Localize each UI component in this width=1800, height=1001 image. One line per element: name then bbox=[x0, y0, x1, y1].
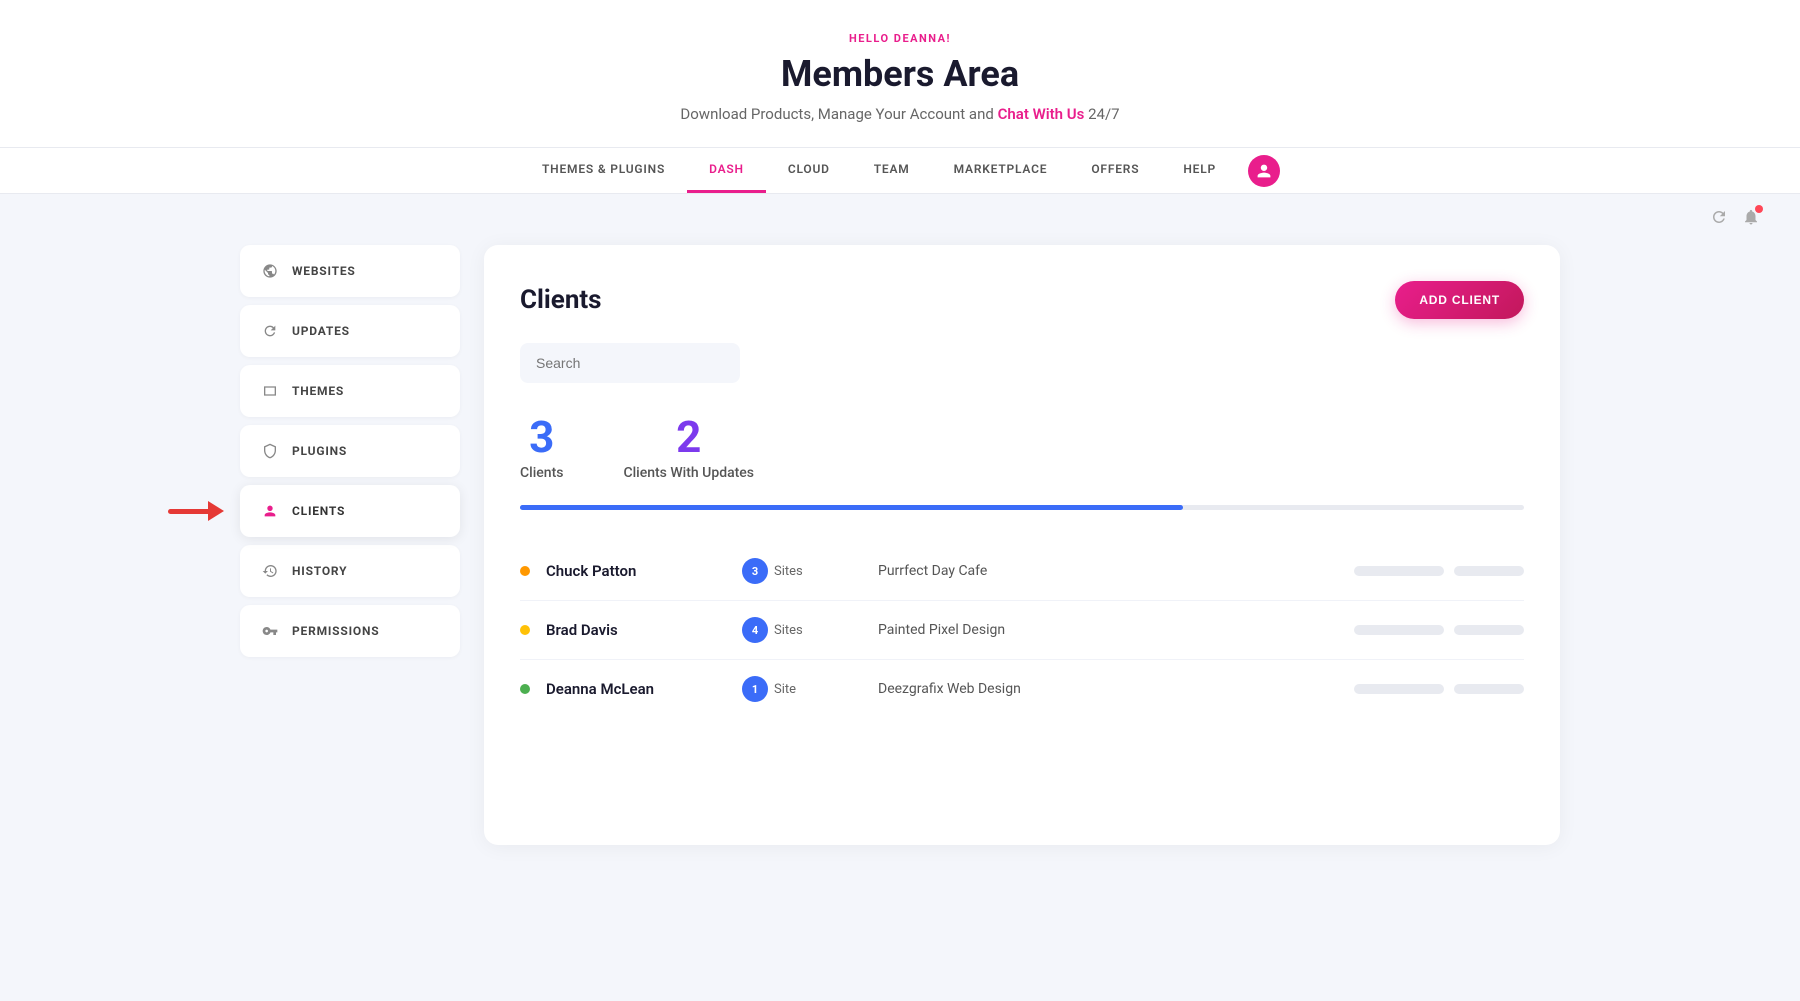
status-dot-yellow bbox=[520, 625, 530, 635]
tab-marketplace[interactable]: MARKETPLACE bbox=[932, 148, 1070, 193]
sidebar-label-clients: CLIENTS bbox=[292, 504, 345, 518]
client-name: Chuck Patton bbox=[546, 562, 726, 580]
client-company: Purrfect Day Cafe bbox=[878, 563, 1338, 579]
add-client-button[interactable]: ADD CLIENT bbox=[1395, 281, 1524, 319]
sites-badge: 4 Sites bbox=[742, 617, 862, 643]
tab-cloud[interactable]: CLOUD bbox=[766, 148, 852, 193]
main-nav: THEMES & PLUGINS DASH CLOUD TEAM MARKETP… bbox=[0, 147, 1800, 193]
content-title: Clients bbox=[520, 285, 602, 315]
sites-badge: 1 Site bbox=[742, 676, 862, 702]
refresh-icon[interactable] bbox=[1710, 208, 1728, 231]
globe-icon bbox=[260, 261, 280, 281]
client-name: Deanna McLean bbox=[546, 680, 726, 698]
table-row[interactable]: Chuck Patton 3 Sites Purrfect Day Cafe bbox=[520, 542, 1524, 601]
sidebar-label-websites: WEBSITES bbox=[292, 264, 356, 278]
notification-dot bbox=[1755, 205, 1763, 213]
plugins-icon bbox=[260, 441, 280, 461]
status-dot-orange bbox=[520, 566, 530, 576]
page-title: Members Area bbox=[0, 53, 1800, 95]
action-pill[interactable] bbox=[1454, 625, 1524, 635]
sidebar: WEBSITES UPDATES THEMES bbox=[240, 245, 460, 657]
tab-team[interactable]: TEAM bbox=[852, 148, 932, 193]
sidebar-item-websites[interactable]: WEBSITES bbox=[240, 245, 460, 297]
themes-icon bbox=[260, 381, 280, 401]
client-actions bbox=[1354, 684, 1524, 694]
sidebar-item-themes[interactable]: THEMES bbox=[240, 365, 460, 417]
sidebar-item-plugins[interactable]: PLUGINS bbox=[240, 425, 460, 477]
content-header: Clients ADD CLIENT bbox=[520, 281, 1524, 319]
stat-updates-label: Clients With Updates bbox=[623, 465, 754, 481]
sidebar-label-updates: UPDATES bbox=[292, 324, 350, 338]
action-pill[interactable] bbox=[1454, 566, 1524, 576]
sites-label: Sites bbox=[774, 623, 803, 638]
sidebar-wrapper: WEBSITES UPDATES THEMES bbox=[240, 245, 460, 845]
action-pill[interactable] bbox=[1354, 625, 1444, 635]
action-pill[interactable] bbox=[1354, 566, 1444, 576]
client-actions bbox=[1354, 566, 1524, 576]
stat-updates: 2 Clients With Updates bbox=[623, 415, 754, 481]
chat-link[interactable]: Chat With Us bbox=[998, 105, 1085, 123]
subtitle: Download Products, Manage Your Account a… bbox=[0, 105, 1800, 123]
tab-themes-plugins[interactable]: THEMES & PLUGINS bbox=[520, 148, 687, 193]
stat-updates-count: 2 bbox=[623, 415, 754, 459]
client-name: Brad Davis bbox=[546, 621, 726, 639]
subtitle-pre: Download Products, Manage Your Account a… bbox=[680, 105, 993, 123]
arrow-head bbox=[208, 501, 224, 521]
tab-dash[interactable]: DASH bbox=[687, 148, 766, 193]
tab-offers[interactable]: OFFERS bbox=[1069, 148, 1161, 193]
sidebar-item-history[interactable]: HISTORY bbox=[240, 545, 460, 597]
sites-label: Site bbox=[774, 682, 796, 697]
sidebar-item-clients[interactable]: CLIENTS bbox=[240, 485, 460, 537]
badge-circle: 3 bbox=[742, 558, 768, 584]
sidebar-label-permissions: PERMISSIONS bbox=[292, 624, 379, 638]
client-company: Painted Pixel Design bbox=[878, 622, 1338, 638]
arrow-indicator bbox=[168, 501, 224, 521]
arrow-shaft bbox=[168, 509, 208, 514]
progress-bar-wrap bbox=[520, 505, 1524, 510]
user-avatar[interactable] bbox=[1248, 155, 1280, 187]
tab-help[interactable]: HELP bbox=[1161, 148, 1238, 193]
toolbar bbox=[0, 194, 1800, 245]
sidebar-label-plugins: PLUGINS bbox=[292, 444, 347, 458]
stat-clients: 3 Clients bbox=[520, 415, 563, 481]
subtitle-post: 24/7 bbox=[1088, 105, 1119, 123]
sidebar-label-themes: THEMES bbox=[292, 384, 344, 398]
sites-badge: 3 Sites bbox=[742, 558, 862, 584]
clients-list: Chuck Patton 3 Sites Purrfect Day Cafe B… bbox=[520, 542, 1524, 718]
badge-circle: 4 bbox=[742, 617, 768, 643]
sidebar-item-updates[interactable]: UPDATES bbox=[240, 305, 460, 357]
history-icon bbox=[260, 561, 280, 581]
top-header: HELLO DEANNA! Members Area Download Prod… bbox=[0, 0, 1800, 194]
greeting: HELLO DEANNA! bbox=[0, 32, 1800, 45]
table-row[interactable]: Brad Davis 4 Sites Painted Pixel Design bbox=[520, 601, 1524, 660]
sites-label: Sites bbox=[774, 564, 803, 579]
table-row[interactable]: Deanna McLean 1 Site Deezgrafix Web Desi… bbox=[520, 660, 1524, 718]
action-pill[interactable] bbox=[1454, 684, 1524, 694]
badge-circle: 1 bbox=[742, 676, 768, 702]
client-actions bbox=[1354, 625, 1524, 635]
refresh-sidebar-icon bbox=[260, 321, 280, 341]
stat-clients-label: Clients bbox=[520, 465, 563, 481]
client-company: Deezgrafix Web Design bbox=[878, 681, 1338, 697]
stat-clients-count: 3 bbox=[520, 415, 563, 459]
sidebar-item-permissions[interactable]: PERMISSIONS bbox=[240, 605, 460, 657]
content-panel: Clients ADD CLIENT 3 Clients 2 Clients W… bbox=[484, 245, 1560, 845]
search-input[interactable] bbox=[520, 343, 740, 383]
progress-bar-fill bbox=[520, 505, 1183, 510]
search-wrap bbox=[520, 343, 1524, 383]
main-layout: WEBSITES UPDATES THEMES bbox=[200, 245, 1600, 885]
stats-row: 3 Clients 2 Clients With Updates bbox=[520, 415, 1524, 481]
clients-icon bbox=[260, 501, 280, 521]
permissions-icon bbox=[260, 621, 280, 641]
notification-bell[interactable] bbox=[1742, 208, 1760, 231]
status-dot-green bbox=[520, 684, 530, 694]
action-pill[interactable] bbox=[1354, 684, 1444, 694]
sidebar-label-history: HISTORY bbox=[292, 564, 347, 578]
